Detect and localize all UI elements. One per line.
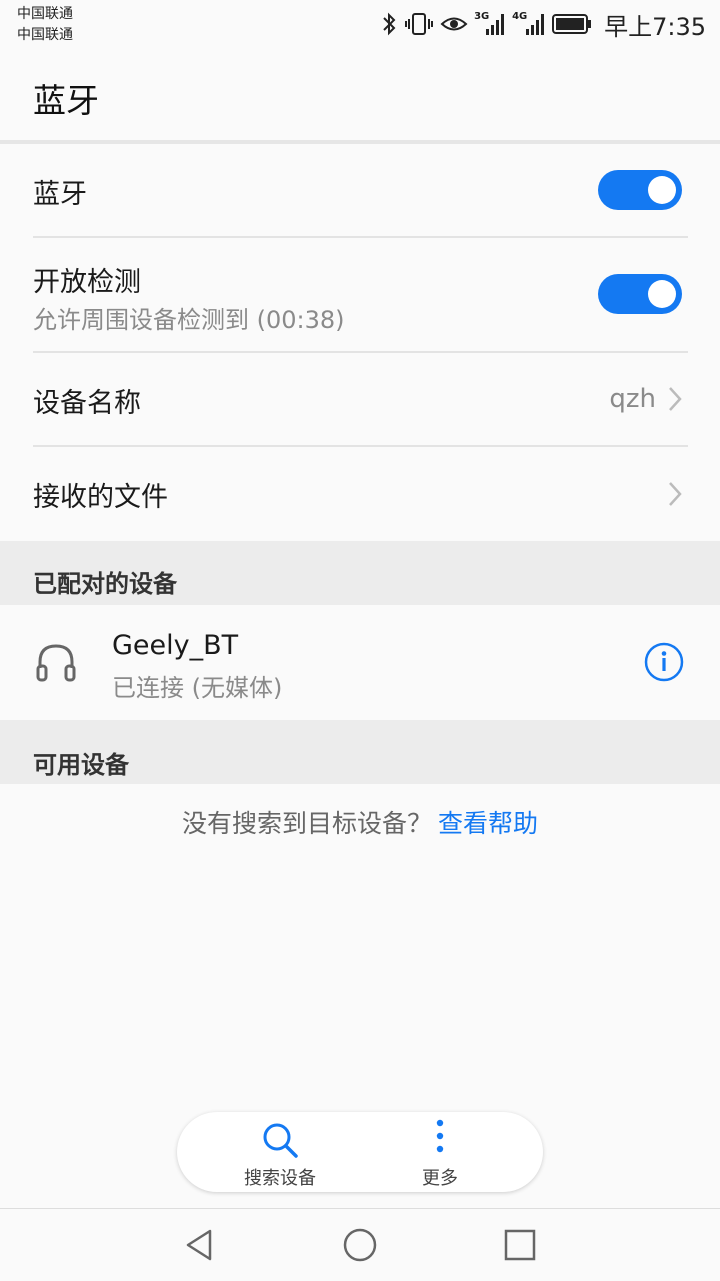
visibility-timer: 允许周围设备检测到 (00:38) — [33, 306, 345, 334]
available-devices-header: 可用设备 — [0, 720, 720, 784]
device-name-value: qzh — [609, 384, 656, 414]
no-devices-hint: 没有搜索到目标设备？ 查看帮助 — [0, 804, 720, 840]
device-status: 已连接 (无媒体) — [112, 674, 283, 702]
home-icon[interactable] — [340, 1227, 380, 1267]
section-label: 可用设备 — [33, 751, 129, 779]
visibility-row[interactable]: 开放检测 允许周围设备检测到 (00:38) — [0, 238, 720, 351]
bluetooth-label: 蓝牙 — [33, 179, 87, 210]
more-button[interactable]: 更多 — [370, 1112, 510, 1192]
chevron-right-icon — [669, 482, 682, 506]
bluetooth-toggle[interactable] — [598, 170, 682, 210]
info-icon[interactable] — [643, 641, 685, 683]
toggle-knob — [648, 280, 676, 308]
device-name: Geely_BT — [112, 630, 239, 661]
received-files-label: 接收的文件 — [33, 482, 168, 513]
network-3g-indicator: 3G — [474, 11, 506, 37]
bluetooth-row[interactable]: 蓝牙 — [0, 144, 720, 236]
bluetooth-icon — [383, 12, 396, 36]
search-devices-button[interactable]: 搜索设备 — [210, 1112, 350, 1192]
system-nav-bar — [0, 1208, 720, 1281]
page-title: 蓝牙 — [33, 81, 99, 120]
visibility-label: 开放检测 — [33, 267, 141, 298]
chevron-right-icon — [669, 387, 682, 411]
view-help-link[interactable]: 查看帮助 — [438, 809, 538, 838]
app-header: 蓝牙 — [0, 48, 720, 140]
carrier-1: 中国联通 — [17, 6, 73, 22]
back-icon[interactable] — [180, 1227, 220, 1267]
eye-comfort-icon — [440, 17, 468, 31]
toggle-knob — [648, 176, 676, 204]
hint-text: 没有搜索到目标设备？ — [181, 809, 432, 838]
battery-icon — [552, 14, 592, 34]
signal-icon — [486, 14, 505, 35]
headset-icon — [36, 644, 76, 682]
status-bar: 中国联通 中国联通 3G 4G 早上7:35 — [0, 0, 720, 48]
bottom-action-bar: 搜索设备 更多 — [177, 1112, 543, 1192]
more-label: 更多 — [422, 1168, 458, 1189]
search-icon — [263, 1123, 298, 1158]
carrier-2: 中国联通 — [17, 27, 73, 43]
search-devices-label: 搜索设备 — [244, 1168, 316, 1189]
clock: 早上7:35 — [604, 12, 706, 41]
vibrate-icon — [405, 13, 434, 35]
recents-icon[interactable] — [500, 1227, 540, 1267]
more-vertical-icon — [436, 1119, 444, 1153]
carrier-info: 中国联通 中国联通 — [17, 4, 73, 46]
device-name-row[interactable]: 设备名称 qzh — [0, 353, 720, 445]
paired-devices-header: 已配对的设备 — [0, 541, 720, 605]
network-4g-indicator: 4G — [512, 11, 546, 37]
received-files-row[interactable]: 接收的文件 — [0, 447, 720, 541]
section-label: 已配对的设备 — [33, 570, 177, 598]
status-icons: 3G 4G 早上7:35 — [380, 8, 706, 41]
paired-device-item[interactable]: Geely_BT 已连接 (无媒体) — [0, 605, 720, 720]
device-name-label: 设备名称 — [33, 388, 141, 419]
visibility-toggle[interactable] — [598, 274, 682, 314]
signal-icon — [526, 14, 545, 35]
